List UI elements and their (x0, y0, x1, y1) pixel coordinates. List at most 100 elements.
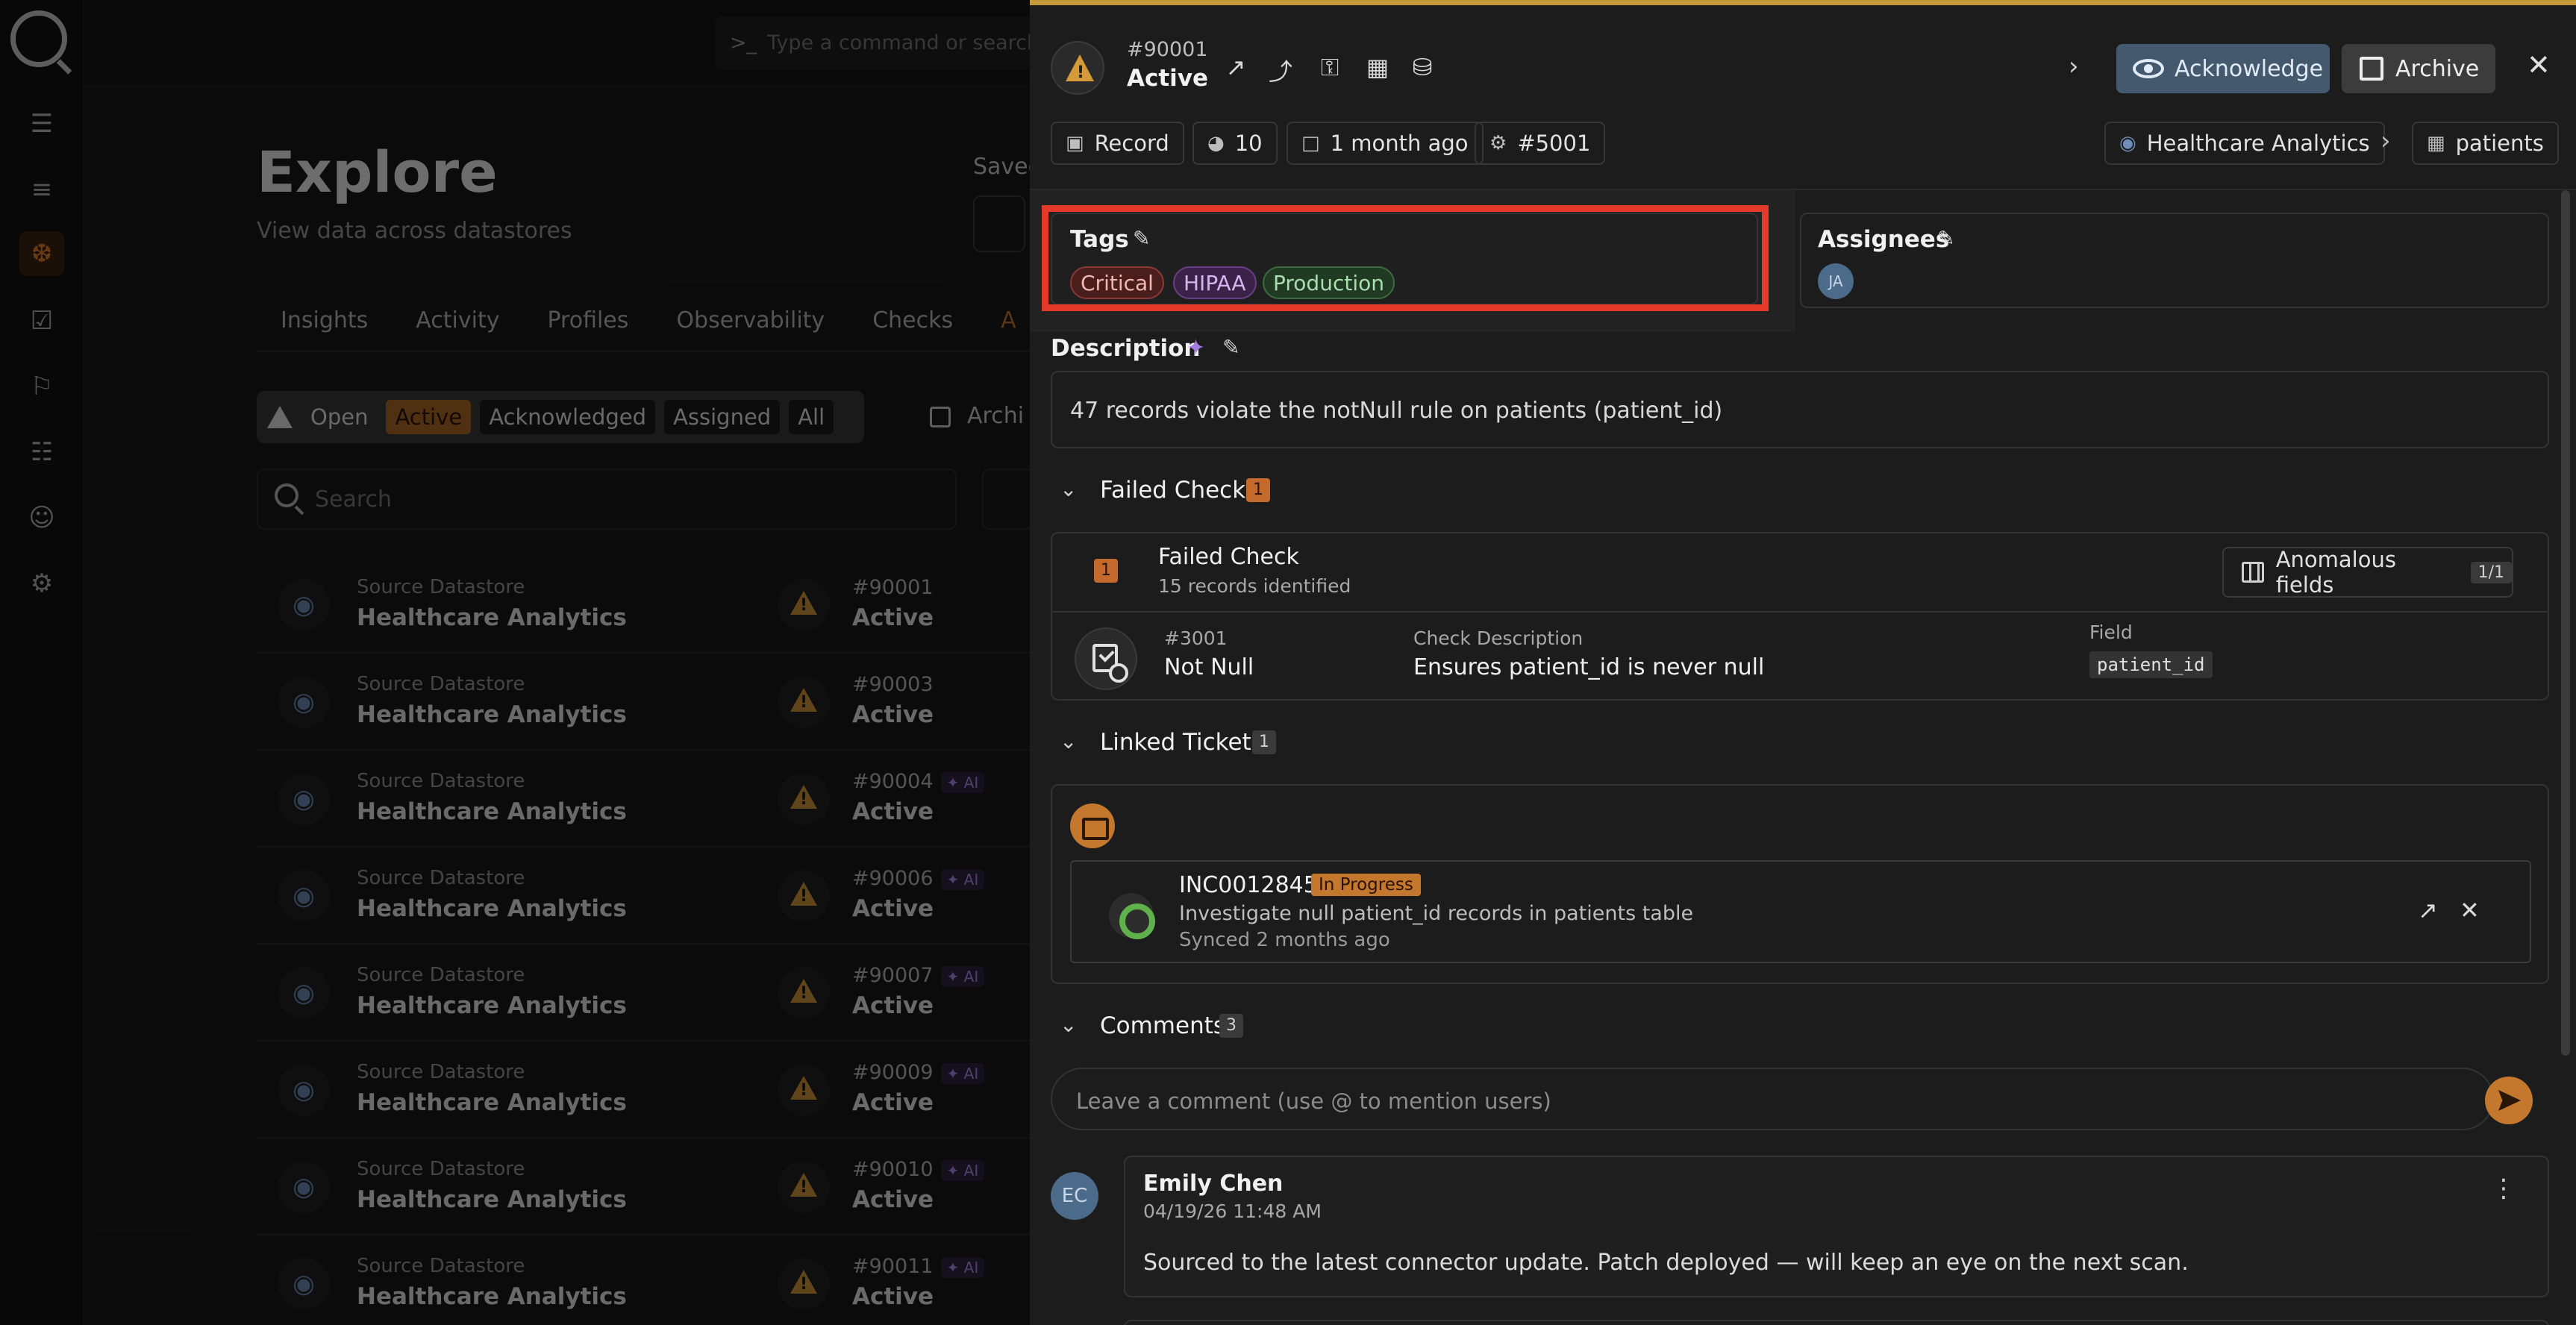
record-icon: ▣ (1066, 132, 1084, 154)
archive-icon (930, 406, 951, 427)
linked-tickets-label[interactable]: Linked Tickets (1100, 729, 1263, 756)
share-icon[interactable]: ⤴ (1266, 53, 1295, 87)
row-status: Active (852, 992, 934, 1019)
close-icon[interactable]: ✕ (2527, 48, 2551, 81)
row-id-text: #90007 (852, 964, 934, 987)
warning-icon (778, 773, 830, 825)
postgres-icon: ◉ (278, 1064, 330, 1116)
chevron-down-icon[interactable]: ⌄ (1060, 729, 1077, 754)
tab-insights[interactable]: Insights (257, 307, 392, 333)
command-placeholder: Type a command or search... (767, 31, 1059, 54)
datastore-breadcrumb[interactable]: ◉ Healthcare Analytics (2104, 122, 2385, 165)
ai-badge: ✦ AI (940, 1256, 985, 1278)
tab-observability[interactable]: Observability (652, 307, 848, 333)
explore-tabs: Insights Activity Profiles Observability… (257, 307, 1040, 333)
description-label: Description (1051, 335, 1201, 362)
explore-compass-icon[interactable]: ❆ (19, 231, 64, 276)
postgres-icon: ◉ (2119, 132, 2136, 154)
scrollbar[interactable] (2561, 190, 2570, 1056)
list-item[interactable]: ◉ Source Datastore Healthcare Analytics #90… (257, 751, 1030, 848)
search-icon (275, 483, 298, 507)
edit-assignees-icon[interactable]: ✎ (1937, 226, 1954, 251)
app-logo[interactable] (10, 10, 67, 67)
anomalous-fields-button[interactable]: Anomalous fields 1/1 (2222, 547, 2513, 598)
row-anomaly-id: #90007 ✦ AI (852, 964, 985, 987)
comments-label[interactable]: Comments (1100, 1012, 1225, 1039)
row-id-text: #90010 (852, 1158, 934, 1181)
avatar[interactable]: JA (1818, 263, 1854, 299)
list-item[interactable]: ◉ Source Datastore Healthcare Analytics #90… (257, 1041, 1030, 1138)
sort-button[interactable] (982, 469, 1034, 530)
filter-acknowledged[interactable]: Acknowledged (480, 400, 656, 434)
ticket-id[interactable]: INC0012845 (1179, 872, 1318, 898)
chevron-down-icon[interactable]: ⌄ (1060, 477, 1077, 501)
more-vertical-icon[interactable]: ⋮ (2491, 1174, 2516, 1203)
unlink-ticket-icon[interactable]: ✕ (2460, 896, 2480, 924)
search-input[interactable]: Search (257, 469, 957, 530)
comment-card (1124, 1156, 2549, 1297)
tab-checks[interactable]: Checks (848, 307, 977, 333)
open-external-icon[interactable]: ↗ (1221, 53, 1251, 81)
list-item[interactable]: ◉ Source Datastore Healthcare Analytics #90… (257, 945, 1030, 1041)
container-breadcrumb[interactable]: ▦ patients (2412, 122, 2559, 165)
ticket-icon[interactable] (1070, 804, 1115, 848)
row-id-text: #90003 (852, 673, 934, 696)
comment-text: Sourced to the latest connector update. … (1143, 1250, 2189, 1276)
key-icon[interactable]: ⚿ (1315, 53, 1345, 82)
saved-filter-button[interactable] (973, 195, 1025, 252)
page-subtitle: View data across datastores (257, 218, 572, 244)
filter-assigned[interactable]: Assigned (664, 400, 781, 434)
checklist-icon[interactable]: ☑ (27, 306, 57, 336)
archived-toggle[interactable]: Archi (930, 403, 1024, 429)
filter-open[interactable]: Open (301, 400, 377, 434)
row-datastore-name: Healthcare Analytics (357, 701, 627, 728)
weight-pill: ◕ 10 (1192, 122, 1278, 165)
ai-sparkle-icon[interactable]: ✦ (1187, 335, 1205, 361)
ai-badge: ✦ AI (940, 965, 985, 987)
tag-icon[interactable]: ⚐ (27, 372, 57, 401)
background-app: ☰ ≡ ❆ ☑ ⚐ ☷ ☺ ⚙ >_ Type a command or sear… (0, 0, 1103, 1325)
ai-badge-label: AI (963, 773, 979, 792)
list-item[interactable]: ◉ Source Datastore Healthcare Analytics #90… (257, 557, 1030, 654)
list-item[interactable]: ◉ Source Datastore Healthcare Analytics #90… (257, 1138, 1030, 1235)
chevron-right-icon[interactable]: › (2069, 51, 2079, 81)
warning-icon (778, 676, 830, 728)
ai-badge-label: AI (963, 1064, 979, 1083)
list-item[interactable]: ◉ Source Datastore Healthcare Analytics #90… (257, 848, 1030, 945)
filter-active[interactable]: Active (386, 400, 472, 434)
hierarchy-icon[interactable]: ☷ (27, 437, 57, 467)
hide-icon[interactable]: ▦ (1363, 53, 1392, 81)
gear-icon[interactable]: ⚙ (27, 568, 57, 598)
row-label: Source Datastore (357, 576, 525, 598)
failed-checks-label[interactable]: Failed Checks (1100, 477, 1257, 504)
send-icon[interactable] (2485, 1077, 2533, 1124)
postgres-icon: ◉ (278, 579, 330, 631)
check-description-label: Check Description (1413, 627, 1584, 649)
open-ticket-icon[interactable]: ↗ (2418, 896, 2438, 924)
archived-label: Archi (967, 403, 1025, 429)
stack-icon[interactable]: ≡ (27, 175, 57, 204)
anomaly-status: Active (1127, 65, 1209, 92)
postgres-icon: ◉ (278, 870, 330, 922)
list-item[interactable]: ◉ Source Datastore Healthcare Analytics #90… (257, 654, 1030, 751)
database-icon[interactable]: ⛁ (1407, 53, 1437, 81)
acknowledge-button[interactable]: Acknowledge (2116, 44, 2330, 93)
archive-button[interactable]: Archive (2342, 44, 2495, 93)
datastores-icon[interactable]: ☰ (27, 109, 57, 139)
tab-activity[interactable]: Activity (392, 307, 523, 333)
warning-icon (778, 1258, 830, 1310)
tab-profiles[interactable]: Profiles (523, 307, 652, 333)
check-ref-pill[interactable]: ⚙ #5001 (1475, 122, 1606, 165)
row-datastore-name: Healthcare Analytics (357, 604, 627, 631)
list-item[interactable]: ◉ Source Datastore Healthcare Analytics #90… (257, 1235, 1030, 1325)
edit-description-icon[interactable]: ✎ (1222, 335, 1239, 360)
robot-icon[interactable]: ☺ (27, 503, 57, 533)
comment-input[interactable]: Leave a comment (use @ to mention users) (1051, 1068, 2494, 1130)
gauge-icon: ◕ (1207, 132, 1225, 154)
chevron-down-icon[interactable]: ⌄ (1060, 1012, 1077, 1037)
row-status: Active (852, 1186, 934, 1213)
check-rule: Not Null (1164, 654, 1254, 680)
anomaly-detail-drawer: ! #90001 Active ↗ ⤴ ⚿ ▦ ⛁ › Acknowledge … (1030, 0, 2576, 1325)
check-id[interactable]: #3001 (1164, 627, 1228, 649)
filter-all[interactable]: All (789, 400, 834, 434)
